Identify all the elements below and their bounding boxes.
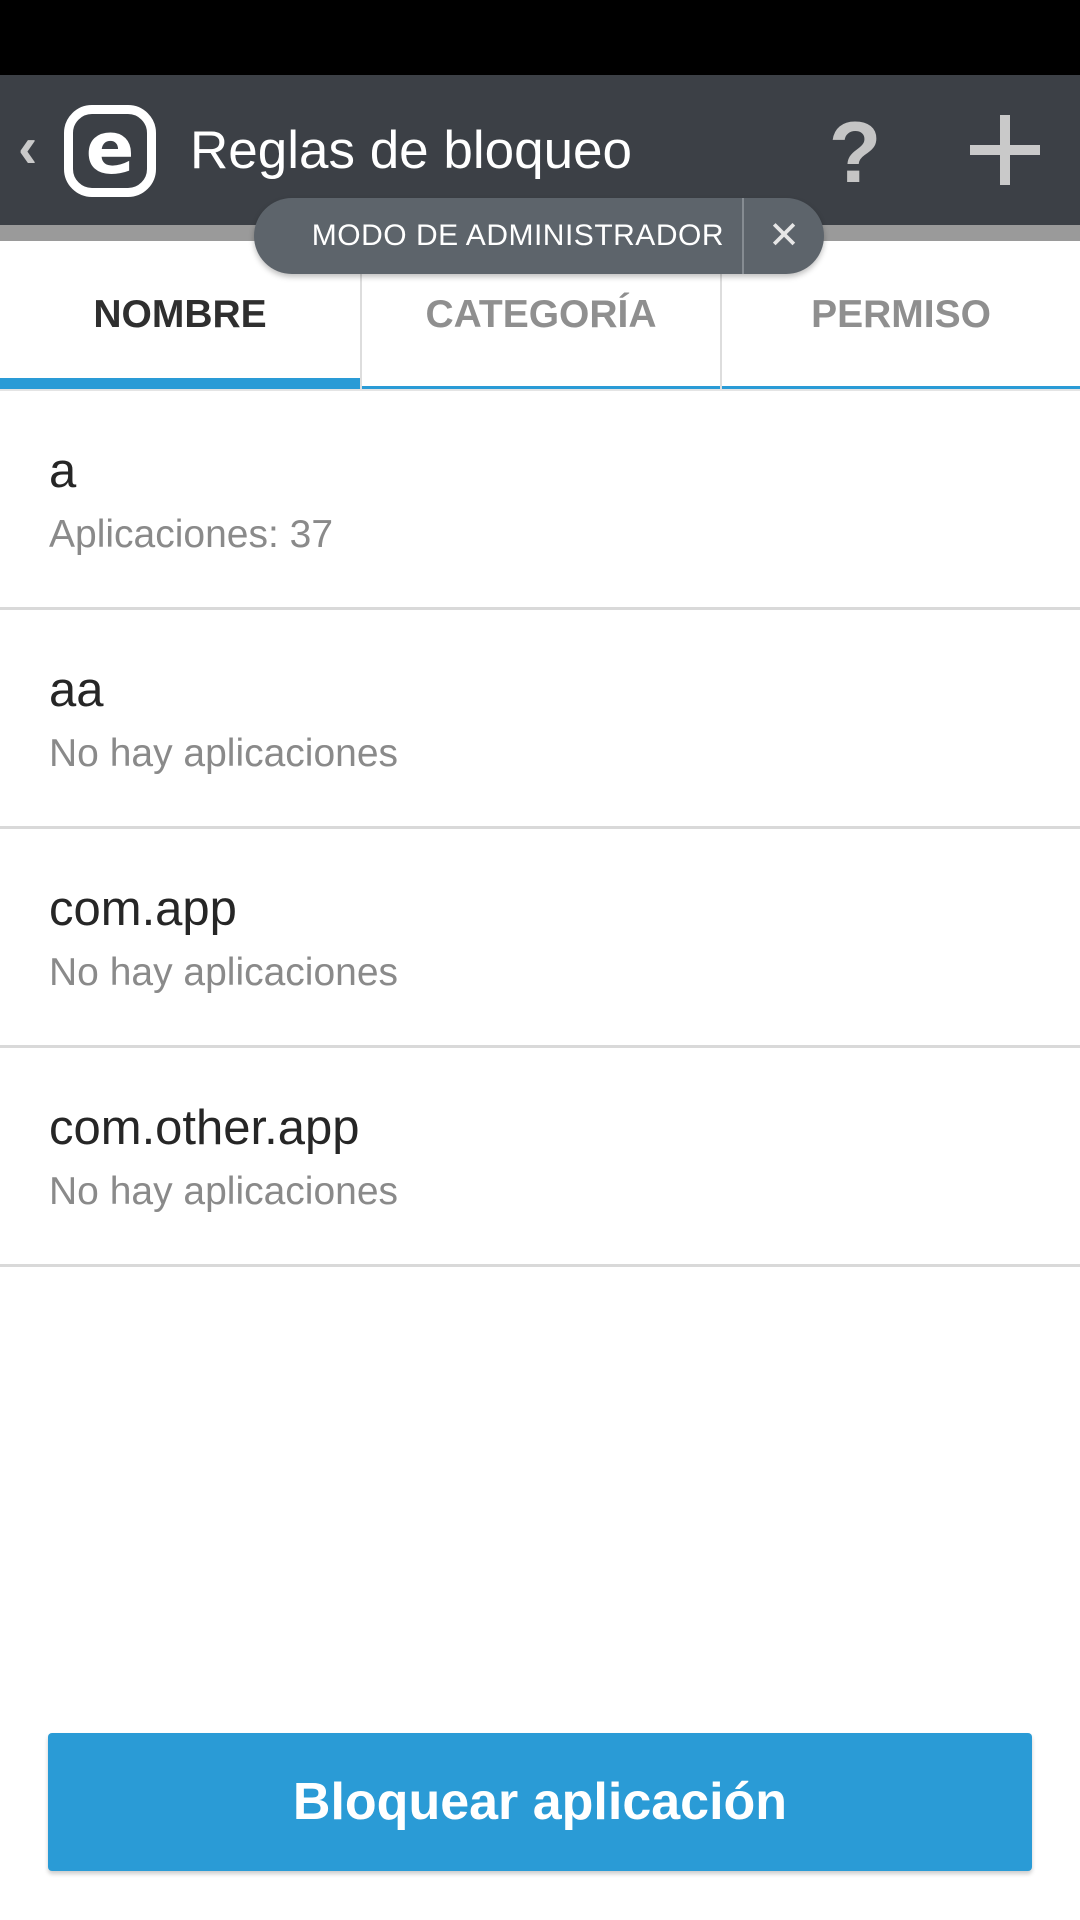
tab-label: NOMBRE: [93, 293, 267, 336]
admin-mode-banner: MODO DE ADMINISTRADOR ✕: [254, 198, 824, 274]
rule-name: a: [49, 444, 77, 498]
help-icon[interactable]: ?: [820, 108, 890, 198]
logo-letter: e: [85, 106, 135, 190]
list-item[interactable]: a Aplicaciones: 37: [0, 391, 1080, 610]
list-item[interactable]: com.other.app No hay aplicaciones: [0, 1048, 1080, 1267]
tab-label: CATEGORÍA: [425, 293, 657, 336]
status-bar: [0, 0, 1080, 75]
rule-app-count: Aplicaciones: 37: [49, 513, 334, 556]
tab-label: PERMISO: [811, 293, 991, 336]
rule-app-count: No hay aplicaciones: [49, 732, 399, 775]
admin-mode-label: MODO DE ADMINISTRADOR: [311, 219, 724, 252]
list-item[interactable]: aa No hay aplicaciones: [0, 610, 1080, 829]
page-title: Reglas de bloqueo: [190, 121, 633, 180]
back-chevron-icon[interactable]: ‹: [18, 118, 58, 178]
rule-name: aa: [49, 663, 104, 717]
rule-name: com.app: [49, 882, 237, 936]
add-icon[interactable]: [970, 115, 1040, 185]
rule-name: com.other.app: [49, 1101, 360, 1155]
rules-list: a Aplicaciones: 37 aa No hay aplicacione…: [0, 391, 1080, 1267]
list-item[interactable]: com.app No hay aplicaciones: [0, 829, 1080, 1048]
close-icon[interactable]: ✕: [744, 198, 824, 274]
eset-logo[interactable]: e: [64, 105, 156, 197]
block-app-button[interactable]: Bloquear aplicación: [48, 1733, 1032, 1871]
rule-app-count: No hay aplicaciones: [49, 1170, 399, 1213]
rule-app-count: No hay aplicaciones: [49, 951, 399, 994]
tab-indicator: [0, 378, 360, 389]
